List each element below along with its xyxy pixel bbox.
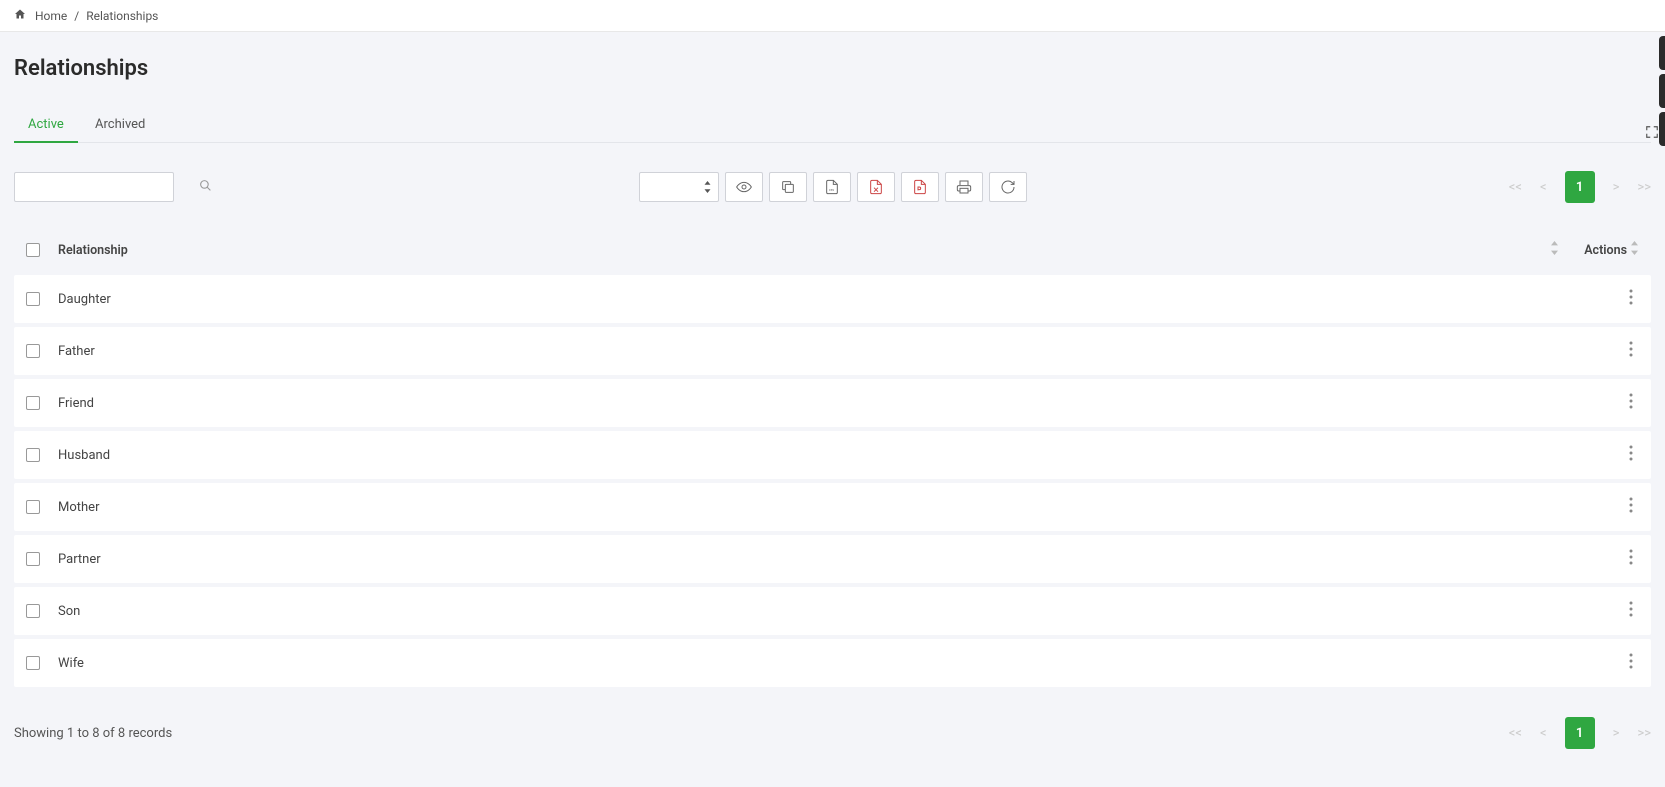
export-pdf-button[interactable] [901,172,939,202]
row-name: Husband [58,448,1559,463]
row-actions-menu[interactable] [1623,601,1639,621]
row-name: Friend [58,396,1559,411]
table-row: Father [14,327,1651,375]
table-row: Wife [14,639,1651,687]
svg-text:csv: csv [829,188,834,192]
row-checkbox[interactable] [26,344,40,358]
page-prev[interactable]: < [1540,726,1547,741]
row-name: Wife [58,656,1559,671]
table-body: Daughter Father Friend Husband Mother Partner… [14,275,1651,687]
row-name: Father [58,344,1559,359]
expand-icon[interactable] [1645,125,1659,143]
header-actions[interactable]: Actions [1559,241,1639,259]
table-row: Daughter [14,275,1651,323]
table-row: Mother [14,483,1651,531]
search-icon[interactable] [199,179,212,196]
home-icon[interactable] [14,9,29,23]
export-csv-button[interactable]: csv [813,172,851,202]
row-checkbox[interactable] [26,500,40,514]
row-actions-menu[interactable] [1623,289,1639,309]
breadcrumb-home[interactable]: Home [35,9,67,23]
row-name: Son [58,604,1559,619]
sort-icon[interactable] [1550,241,1559,259]
row-checkbox[interactable] [26,604,40,618]
record-status: Showing 1 to 8 of 8 records [14,726,172,741]
tabs: Active Archived [14,109,1651,143]
table-row: Son [14,587,1651,635]
toggle-visibility-button[interactable] [725,172,763,202]
header-relationship[interactable]: Relationship [58,241,1559,259]
breadcrumb: Home / Relationships [0,0,1665,32]
breadcrumb-current: Relationships [86,9,158,23]
page-current[interactable]: 1 [1565,717,1595,749]
search-input[interactable] [23,180,199,195]
refresh-button[interactable] [989,172,1027,202]
row-name: Mother [58,500,1559,515]
row-actions-menu[interactable] [1623,497,1639,517]
page-prev[interactable]: < [1540,180,1547,195]
page-last[interactable]: >> [1637,726,1651,741]
pagination-top: << < 1 > >> [1509,171,1651,203]
row-name: Daughter [58,292,1559,307]
page-first[interactable]: << [1509,726,1522,741]
breadcrumb-sep: / [74,9,79,23]
page-last[interactable]: >> [1637,180,1651,195]
sort-icon[interactable] [1630,241,1639,259]
page-current[interactable]: 1 [1565,171,1595,203]
export-xls-button[interactable] [857,172,895,202]
print-button[interactable] [945,172,983,202]
row-checkbox[interactable] [26,448,40,462]
select-all-checkbox[interactable] [26,243,40,257]
row-checkbox[interactable] [26,656,40,670]
tab-active[interactable]: Active [14,109,78,142]
row-actions-menu[interactable] [1623,341,1639,361]
row-actions-menu[interactable] [1623,549,1639,569]
page-size-select[interactable] [639,172,719,202]
row-actions-menu[interactable] [1623,445,1639,465]
row-checkbox[interactable] [26,396,40,410]
copy-button[interactable] [769,172,807,202]
table-row: Partner [14,535,1651,583]
table-header: Relationship Actions [14,225,1651,275]
table-row: Friend [14,379,1651,427]
row-checkbox[interactable] [26,292,40,306]
side-handles[interactable] [1659,36,1665,146]
tab-archived[interactable]: Archived [81,109,159,142]
row-name: Partner [58,552,1559,567]
row-actions-menu[interactable] [1623,653,1639,673]
pagination-bottom: << < 1 > >> [1509,717,1651,749]
page-next[interactable]: > [1613,726,1620,741]
row-actions-menu[interactable] [1623,393,1639,413]
table-row: Husband [14,431,1651,479]
page-title: Relationships [14,56,1651,81]
page-next[interactable]: > [1613,180,1620,195]
page-first[interactable]: << [1509,180,1522,195]
search-input-container[interactable] [14,172,174,202]
row-checkbox[interactable] [26,552,40,566]
